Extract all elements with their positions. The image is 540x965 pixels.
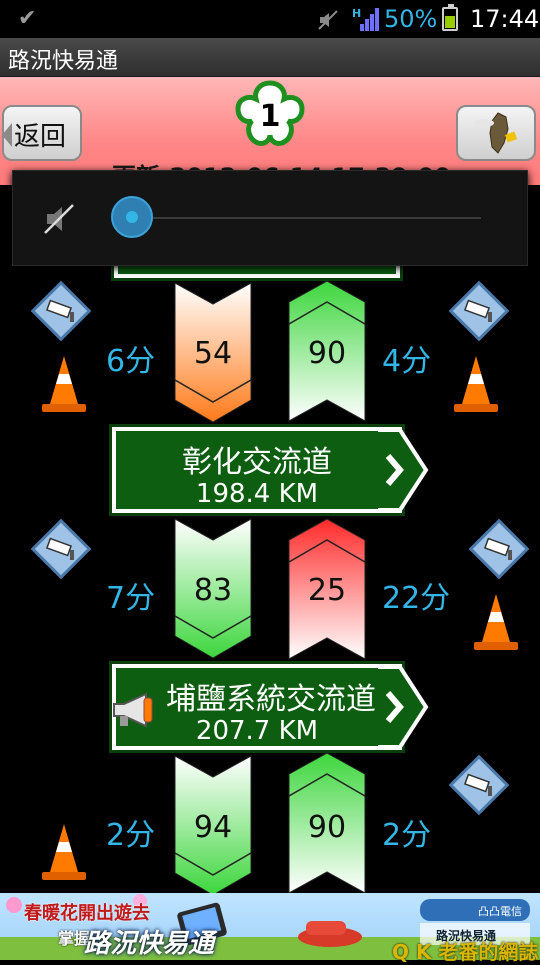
interchange-name: 彰化交流道 xyxy=(182,445,332,480)
north-speed-value: 25 xyxy=(307,573,347,608)
interchange-km: 198.4 KM xyxy=(195,479,319,509)
ad-headline: 春暖花開出遊去 xyxy=(24,903,150,924)
traffic-cone-icon[interactable] xyxy=(40,822,88,882)
traffic-cone-icon[interactable] xyxy=(472,592,520,652)
watermark-text: Q K 老番的網誌 xyxy=(392,940,539,964)
sign-arrow-right-icon xyxy=(378,428,429,512)
ad-sponsor: 凸凸電信 xyxy=(478,905,522,918)
signal-icon: H xyxy=(352,7,379,31)
battery-icon xyxy=(442,4,458,31)
north-speed-value: 90 xyxy=(307,810,347,845)
volume-slider-thumb[interactable] xyxy=(111,196,153,238)
south-travel-time: 6分 xyxy=(106,344,156,379)
route-header: 返回 1 更新:2012-06-14 17:39:00 xyxy=(0,77,540,185)
interchange-sign[interactable]: 彰化交流道 198.4 KM xyxy=(112,427,402,513)
route-number-badge: 1 xyxy=(234,77,306,151)
ad-brand: 路況快易通 xyxy=(84,929,215,959)
camera-icon[interactable] xyxy=(30,518,92,580)
interchange-km: 207.7 KM xyxy=(195,716,319,746)
back-arrow-icon xyxy=(2,123,12,147)
north-speed-value: 90 xyxy=(307,336,347,371)
south-speed-value: 54 xyxy=(193,336,233,371)
north-travel-time: 22分 xyxy=(382,581,451,616)
taiwan-map-icon xyxy=(474,112,518,154)
route-number: 1 xyxy=(259,99,281,134)
signal-type-label: H xyxy=(352,7,361,20)
south-travel-time: 2分 xyxy=(106,818,156,853)
north-travel-time: 4分 xyxy=(382,344,432,379)
battery-percent: 50% xyxy=(384,5,438,33)
camera-icon[interactable] xyxy=(468,518,530,580)
traffic-cone-icon[interactable] xyxy=(452,354,500,414)
checkmark-icon: ✔ xyxy=(18,6,37,31)
speaker-muted-icon[interactable] xyxy=(43,203,77,235)
south-travel-time: 7分 xyxy=(106,581,156,616)
south-speed-value: 94 xyxy=(193,810,233,845)
app-title: 路況快易通 xyxy=(8,49,119,74)
camera-icon[interactable] xyxy=(448,280,510,342)
camera-icon[interactable] xyxy=(448,754,510,816)
app-title-bar: 路況快易通 xyxy=(0,38,540,77)
volume-panel xyxy=(12,170,528,266)
sign-arrow-right-icon xyxy=(378,665,429,749)
north-travel-time: 2分 xyxy=(382,818,432,853)
status-bar: ✔ H 50% 17:44 xyxy=(0,0,540,38)
back-button-label: 返回 xyxy=(14,122,67,152)
camera-icon[interactable] xyxy=(30,280,92,342)
megaphone-icon[interactable] xyxy=(110,690,156,730)
mute-icon xyxy=(318,10,338,30)
back-button[interactable]: 返回 xyxy=(2,105,82,161)
clock: 17:44 xyxy=(470,5,540,33)
taiwan-map-button[interactable] xyxy=(456,105,536,161)
south-speed-value: 83 xyxy=(193,573,233,608)
traffic-cone-icon[interactable] xyxy=(40,354,88,414)
volume-slider-track[interactable] xyxy=(133,217,481,219)
interchange-name: 埔鹽系統交流道 xyxy=(166,682,376,717)
